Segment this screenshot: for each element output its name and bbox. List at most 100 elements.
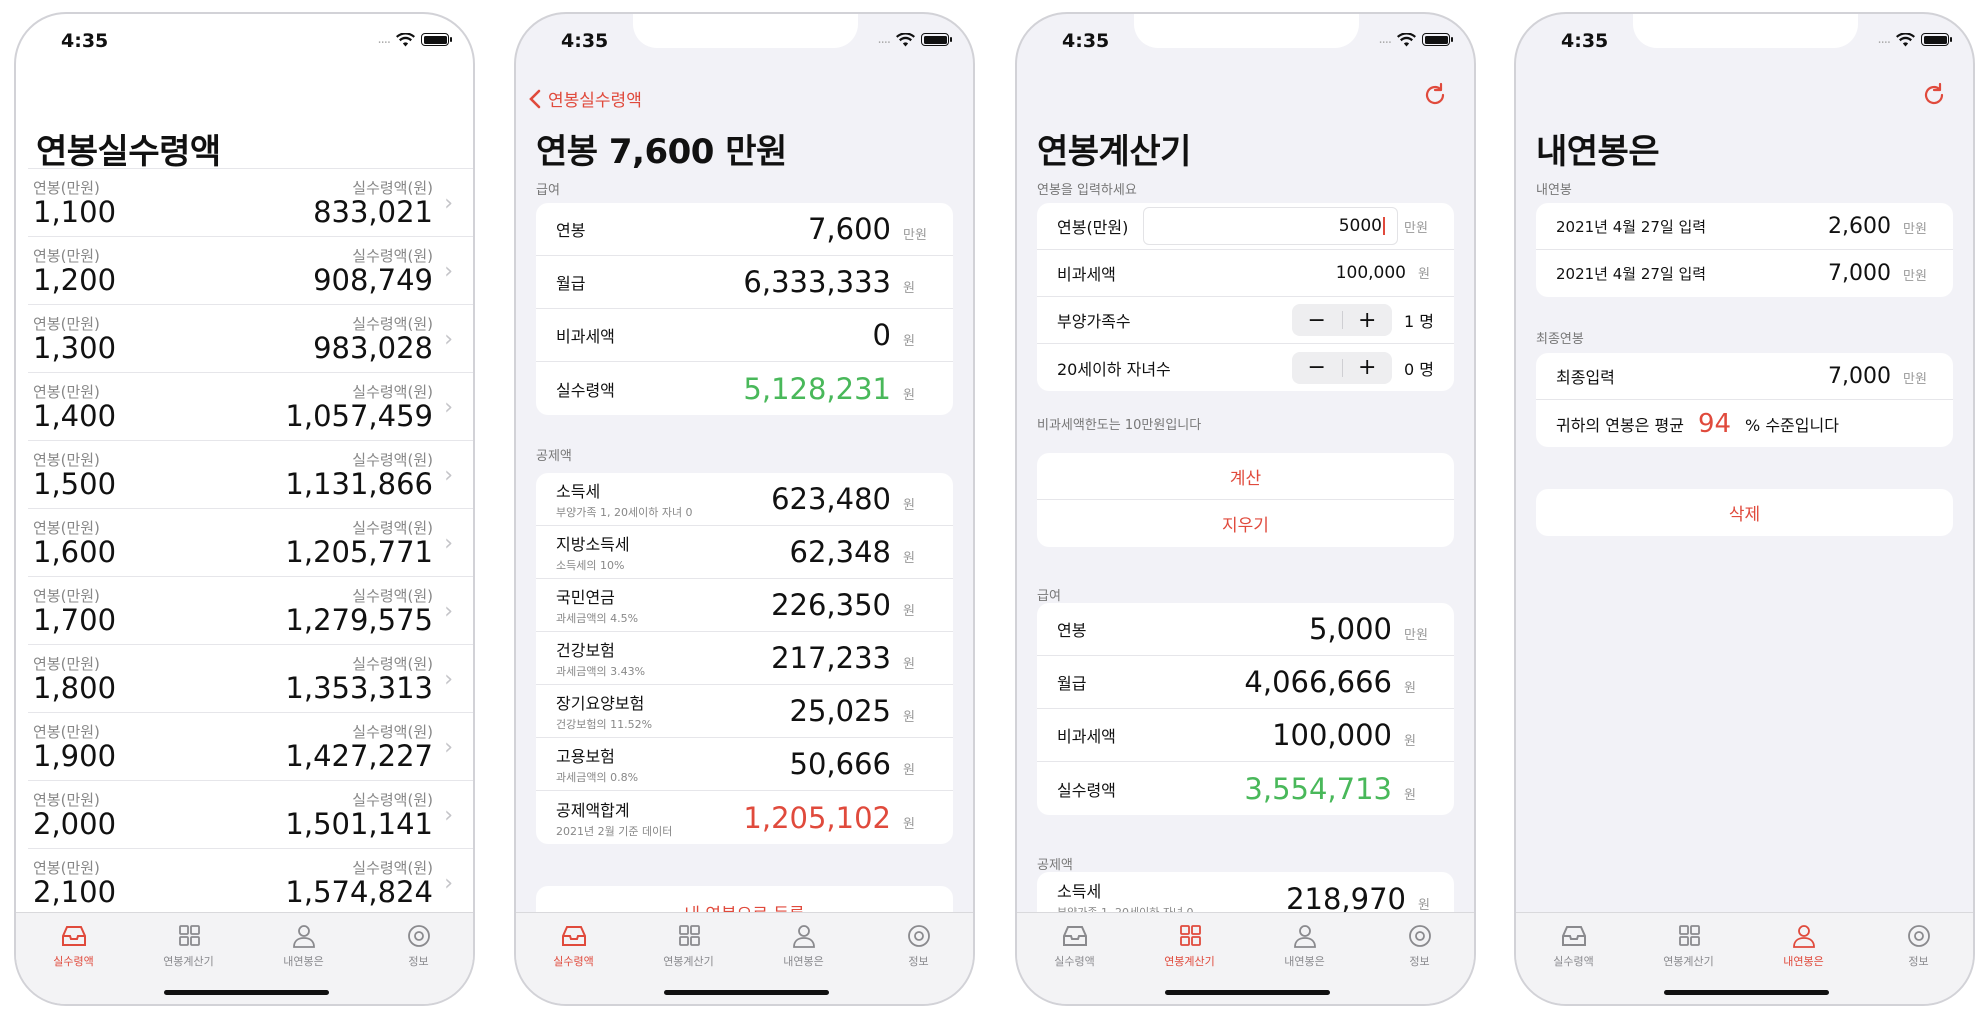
- pay-label: 월급: [556, 274, 586, 293]
- tab-label: 연봉계산기: [1164, 955, 1215, 968]
- tab-net-pay[interactable]: 실수령액: [1516, 923, 1631, 969]
- chevron-right-icon: ›: [444, 395, 453, 420]
- percentile-value: 94: [1697, 408, 1732, 439]
- salary-list-row[interactable]: 연봉(만원) 1,800 실수령액(원) 1,353,313 ›: [28, 644, 473, 712]
- chevron-right-icon: ›: [444, 735, 453, 760]
- salary-list: 연봉(만원) 1,100 실수령액(원) 833,021 › 연봉(만원) 1,200 실수령…: [28, 168, 473, 916]
- section-header-input: 연봉을 입력하세요: [1037, 183, 1137, 198]
- net-pay-value: 1,131,866: [285, 467, 433, 501]
- unit-label: 만원: [903, 228, 927, 243]
- inbox-icon: [61, 926, 86, 946]
- salary-input[interactable]: 5000: [1143, 207, 1398, 245]
- pay-row: 비과세액 100,000 원: [1037, 709, 1454, 762]
- salary-entry-row[interactable]: 2021년 4월 27일 입력 7,000 만원: [1536, 250, 1953, 297]
- signal-dots-icon: ....: [877, 32, 890, 47]
- unit-label: 원: [903, 387, 915, 403]
- salary-list-row[interactable]: 연봉(만원) 1,100 실수령액(원) 833,021 ›: [28, 168, 473, 236]
- deduction-value: 218,970: [1286, 881, 1406, 916]
- salary-list-row[interactable]: 연봉(만원) 2,100 실수령액(원) 1,574,824 ›: [28, 848, 473, 916]
- tab-net-pay[interactable]: 실수령액: [516, 923, 631, 969]
- tab-my-salary[interactable]: 내연봉은: [746, 923, 861, 969]
- salary-list-row[interactable]: 연봉(만원) 1,900 실수령액(원) 1,427,227 ›: [28, 712, 473, 780]
- net-pay-value: 908,749: [313, 263, 433, 297]
- children-stepper[interactable]: − +: [1292, 351, 1393, 384]
- plus-button[interactable]: +: [1343, 308, 1393, 333]
- pay-label: 연봉: [556, 221, 586, 240]
- deduction-label: 고용보험: [556, 747, 615, 766]
- chevron-right-icon: ›: [444, 327, 453, 352]
- unit-label: 원: [903, 334, 915, 349]
- tab-calculator[interactable]: 연봉계산기: [1132, 923, 1247, 969]
- tab-info[interactable]: 정보: [861, 923, 973, 969]
- entry-value: 7,000: [1828, 261, 1891, 286]
- tab-label: 내연봉은: [783, 955, 824, 968]
- unit-label: 만원: [1903, 269, 1927, 284]
- children-value: 0 명: [1404, 359, 1434, 379]
- chevron-right-icon: ›: [444, 871, 453, 896]
- salary-list-row[interactable]: 연봉(만원) 1,600 실수령액(원) 1,205,771 ›: [28, 508, 473, 576]
- tab-info[interactable]: 정보: [361, 923, 473, 969]
- tab-bar: 실수령액 연봉계산기 내연봉은 정보: [1516, 912, 1973, 1004]
- calculate-button[interactable]: 계산: [1037, 453, 1454, 500]
- pay-value: 3,554,713: [1244, 771, 1392, 806]
- tab-label: 정보: [1409, 955, 1430, 968]
- tab-calculator[interactable]: 연봉계산기: [631, 923, 746, 969]
- inbox-icon: [561, 926, 586, 946]
- minus-button[interactable]: −: [1292, 355, 1342, 380]
- salary-list-row[interactable]: 연봉(만원) 1,300 실수령액(원) 983,028 ›: [28, 304, 473, 372]
- tab-label: 연봉계산기: [1663, 955, 1714, 968]
- phone-screen-salary-list: 4:35 .... 연봉실수령액 연봉(만원) 1,100 실수령액(원) 833,0…: [14, 12, 475, 1006]
- tab-label: 내연봉은: [1783, 955, 1824, 968]
- salary-entry-row[interactable]: 2021년 4월 27일 입력 2,600 만원: [1536, 203, 1953, 250]
- percentile-prefix: 귀하의 연봉은 평균: [1556, 415, 1684, 435]
- delete-button[interactable]: 삭제: [1536, 489, 1953, 536]
- deduction-value: 25,025: [789, 694, 891, 728]
- gear-icon: [407, 925, 430, 947]
- dependents-stepper[interactable]: − +: [1292, 304, 1392, 336]
- pay-label: 월급: [1057, 674, 1087, 693]
- phone-screen-salary-detail: 4:35 .... 연봉실수령액 연봉 7,600 만원 급여 연봉 7,600 만…: [514, 12, 975, 1006]
- salary-list-row[interactable]: 연봉(만원) 1,500 실수령액(원) 1,131,866 ›: [28, 440, 473, 508]
- salary-list-row[interactable]: 연봉(만원) 1,400 실수령액(원) 1,057,459 ›: [28, 372, 473, 440]
- status-bar: 4:35 ....: [16, 14, 473, 70]
- salary-list-row[interactable]: 연봉(만원) 1,700 실수령액(원) 1,279,575 ›: [28, 576, 473, 644]
- tab-bar: 실수령액 연봉계산기 내연봉은 정보: [1017, 912, 1474, 1004]
- tab-calculator[interactable]: 연봉계산기: [131, 923, 246, 969]
- salary-value: 1,100: [33, 195, 117, 229]
- pay-row: 비과세액 0 원: [536, 309, 953, 362]
- deduction-row: 고용보험 과세금액의 0.8% 50,666 원: [536, 738, 953, 791]
- section-header-deductions: 공제액: [1037, 858, 1073, 873]
- tab-my-salary[interactable]: 내연봉은: [1247, 923, 1362, 969]
- gear-icon: [1907, 925, 1930, 947]
- unit-label: 만원: [1903, 371, 1927, 387]
- section-header-final: 최종연봉: [1536, 332, 1584, 347]
- refresh-icon[interactable]: [1422, 82, 1448, 108]
- refresh-icon[interactable]: [1921, 82, 1947, 108]
- minus-button[interactable]: −: [1292, 308, 1342, 333]
- tab-my-salary[interactable]: 내연봉은: [246, 923, 361, 969]
- pay-row: 월급 6,333,333 원: [536, 256, 953, 309]
- chevron-right-icon: ›: [444, 259, 453, 284]
- tab-info[interactable]: 정보: [1861, 923, 1973, 969]
- clear-button[interactable]: 지우기: [1037, 500, 1454, 547]
- page-title: 연봉실수령액: [36, 132, 221, 172]
- tab-net-pay[interactable]: 실수령액: [1017, 923, 1132, 969]
- salary-list-row[interactable]: 연봉(만원) 2,000 실수령액(원) 1,501,141 ›: [28, 780, 473, 848]
- tab-net-pay[interactable]: 실수령액: [16, 923, 131, 969]
- net-pay-value: 1,353,313: [285, 671, 433, 705]
- back-button[interactable]: 연봉실수령액: [528, 86, 642, 111]
- plus-button[interactable]: +: [1343, 355, 1393, 380]
- salary-input-value: 5000: [1338, 216, 1382, 236]
- tab-calculator[interactable]: 연봉계산기: [1631, 923, 1746, 969]
- net-pay-value: 983,028: [313, 331, 433, 365]
- pay-label: 실수령액: [1057, 780, 1116, 800]
- salary-list-row[interactable]: 연봉(만원) 1,200 실수령액(원) 908,749 ›: [28, 236, 473, 304]
- input-card: 연봉(만원) 5000 만원 비과세액 100,000 원 부양가족수 − + 1 …: [1037, 203, 1454, 391]
- chevron-right-icon: ›: [444, 463, 453, 488]
- tab-info[interactable]: 정보: [1362, 923, 1474, 969]
- unit-label: 원: [903, 816, 915, 832]
- salary-value: 1,700: [33, 603, 117, 637]
- section-header-deductions: 공제액: [536, 449, 572, 464]
- tab-my-salary[interactable]: 내연봉은: [1746, 923, 1861, 969]
- grid-icon: [1179, 925, 1201, 946]
